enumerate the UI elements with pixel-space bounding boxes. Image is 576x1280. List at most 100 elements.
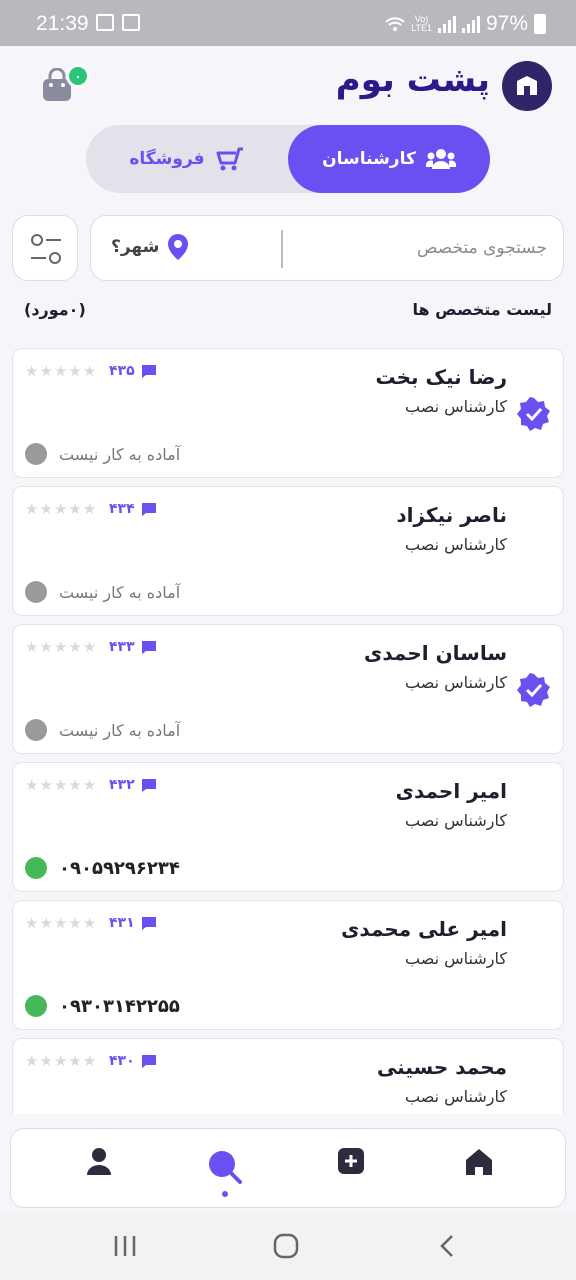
city-label: شهر؟: [111, 237, 160, 257]
tab-experts-label: کارشناسان: [322, 149, 416, 169]
comment-count: ۴۳۲: [109, 777, 157, 793]
home-icon: [466, 1149, 492, 1175]
battery-percent: 97%: [485, 12, 528, 35]
comment-icon: [141, 1054, 156, 1068]
availability-status: آماده به کار نیست: [25, 443, 180, 465]
location-pin-icon: [168, 234, 189, 260]
app-header: ۰ پشت بوم: [0, 46, 576, 126]
search-input[interactable]: [297, 216, 547, 280]
expert-card[interactable]: محمد حسینی کارشناس نصب ۴۳۰ ★ ★ ★ ★ ★: [12, 1038, 564, 1114]
lte-icon: Vo) LTE1: [411, 14, 432, 33]
expert-name: ناصر نیکزاد: [396, 503, 507, 527]
list-count: (۰مورد): [24, 300, 86, 319]
tab-shop[interactable]: فروشگاه: [86, 125, 288, 193]
comment-count: ۴۳۴: [109, 501, 157, 517]
expert-role: کارشناس نصب: [405, 1087, 507, 1106]
system-nav-bar: [0, 1212, 576, 1280]
expert-name: ساسان احمدی: [364, 641, 507, 665]
rating-stars: ★ ★ ★ ★ ★: [25, 1052, 97, 1070]
segment-tabs: کارشناسان فروشگاه: [86, 125, 490, 193]
search-bar: شهر؟: [90, 215, 564, 281]
rating-stars: ★ ★ ★ ★ ★: [25, 362, 97, 380]
expert-card[interactable]: رضا نیک بخت کارشناس نصب ۴۳۵ ★ ★ ★ ★ ★ آماده …: [12, 348, 564, 478]
phone-number[interactable]: ۰۹۳۰۳۱۴۲۲۵۵: [59, 996, 180, 1017]
status-text: آماده به کار نیست: [59, 582, 181, 602]
list-title: لیست متخصص ها: [412, 300, 552, 319]
expert-card[interactable]: امیر علی محمدی کارشناس نصب ۴۳۱ ★ ★ ★ ★ ★ ۰۹۳…: [12, 900, 564, 1030]
back-icon[interactable]: [436, 1232, 460, 1260]
sim-icon: [122, 14, 140, 31]
nav-home[interactable]: [459, 1147, 499, 1191]
battery-icon: [534, 14, 546, 34]
rating-stars: ★ ★ ★ ★ ★: [25, 776, 97, 794]
comment-icon: [141, 502, 156, 516]
nav-profile[interactable]: [79, 1147, 119, 1191]
verified-badge-icon: [517, 397, 550, 431]
status-text: آماده به کار نیست: [59, 720, 181, 740]
cart-badge: ۰: [66, 64, 90, 88]
comment-count: ۴۳۱: [109, 915, 157, 931]
comment-icon: [141, 364, 156, 378]
expert-card[interactable]: ناصر نیکزاد کارشناس نصب ۴۳۴ ★ ★ ★ ★ ★ آماده …: [12, 486, 564, 616]
status-bar: 21:39 Vo) LTE1 97%: [0, 0, 576, 46]
list-header: لیست متخصص ها (۰مورد): [24, 300, 552, 326]
comment-count: ۴۳۵: [109, 363, 157, 379]
comment-count: ۴۳۰: [109, 1053, 157, 1069]
expert-role: کارشناس نصب: [405, 397, 507, 416]
expert-name: امیر علی محمدی: [341, 917, 507, 941]
profile-icon: [87, 1148, 111, 1175]
expert-card[interactable]: امیر احمدی کارشناس نصب ۴۳۲ ★ ★ ★ ★ ★ ۰۹۰۵۹۲۹…: [12, 762, 564, 892]
search-divider: [281, 230, 283, 268]
expert-role: کارشناس نصب: [405, 673, 507, 692]
availability-status: آماده به کار نیست: [25, 581, 180, 603]
gallery-icon: [96, 14, 114, 31]
status-dot: [25, 443, 47, 465]
rating-stars: ★ ★ ★ ★ ★: [25, 914, 97, 932]
add-icon: [338, 1148, 364, 1174]
search-icon: [209, 1151, 242, 1184]
expert-role: کارشناس نصب: [405, 811, 507, 830]
rating-stars: ★ ★ ★ ★ ★: [25, 638, 97, 656]
status-text: آماده به کار نیست: [59, 444, 181, 464]
comment-icon: [141, 778, 156, 792]
nav-add[interactable]: [331, 1147, 371, 1191]
expert-list[interactable]: رضا نیک بخت کارشناس نصب ۴۳۵ ★ ★ ★ ★ ★ آماده …: [0, 346, 576, 1114]
status-dot: [25, 995, 47, 1017]
app-logo-text: پشت بوم: [335, 60, 490, 100]
tab-experts[interactable]: کارشناسان: [288, 125, 490, 193]
tab-shop-label: فروشگاه: [129, 149, 205, 169]
expert-name: رضا نیک بخت: [375, 365, 507, 389]
nav-active-indicator: [222, 1191, 228, 1197]
expert-name: امیر احمدی: [395, 779, 507, 803]
status-dot: [25, 581, 47, 603]
comment-icon: [141, 916, 156, 930]
availability-status: ۰۹۳۰۳۱۴۲۲۵۵: [25, 995, 180, 1017]
app-logo-icon: [502, 61, 552, 111]
recents-icon[interactable]: [112, 1232, 138, 1260]
signal-icon: [437, 15, 456, 33]
comment-icon: [141, 640, 156, 654]
status-time: 21:39: [36, 12, 89, 35]
wifi-icon: [385, 17, 405, 31]
comment-count: ۴۳۳: [109, 639, 157, 655]
city-select[interactable]: شهر؟: [111, 232, 191, 262]
availability-status: ۰۹۰۵۹۲۹۶۲۳۴: [25, 857, 180, 879]
signal-icon-2: [461, 15, 480, 33]
phone-number[interactable]: ۰۹۰۵۹۲۹۶۲۳۴: [59, 858, 180, 879]
expert-card[interactable]: ساسان احمدی کارشناس نصب ۴۳۳ ★ ★ ★ ★ ★ آماده …: [12, 624, 564, 754]
sliders-icon: [31, 234, 61, 264]
status-dot: [25, 719, 47, 741]
bottom-nav: [10, 1128, 566, 1208]
rating-stars: ★ ★ ★ ★ ★: [25, 500, 97, 518]
cart-icon: [216, 147, 243, 171]
users-icon: [425, 149, 456, 169]
verified-badge-icon: [517, 673, 550, 707]
expert-role: کارشناس نصب: [405, 949, 507, 968]
nav-search[interactable]: [205, 1147, 245, 1191]
expert-name: محمد حسینی: [376, 1055, 507, 1079]
home-circle-icon[interactable]: [272, 1232, 300, 1260]
expert-role: کارشناس نصب: [405, 535, 507, 554]
filter-button[interactable]: [12, 215, 78, 281]
availability-status: آماده به کار نیست: [25, 719, 180, 741]
status-dot: [25, 857, 47, 879]
